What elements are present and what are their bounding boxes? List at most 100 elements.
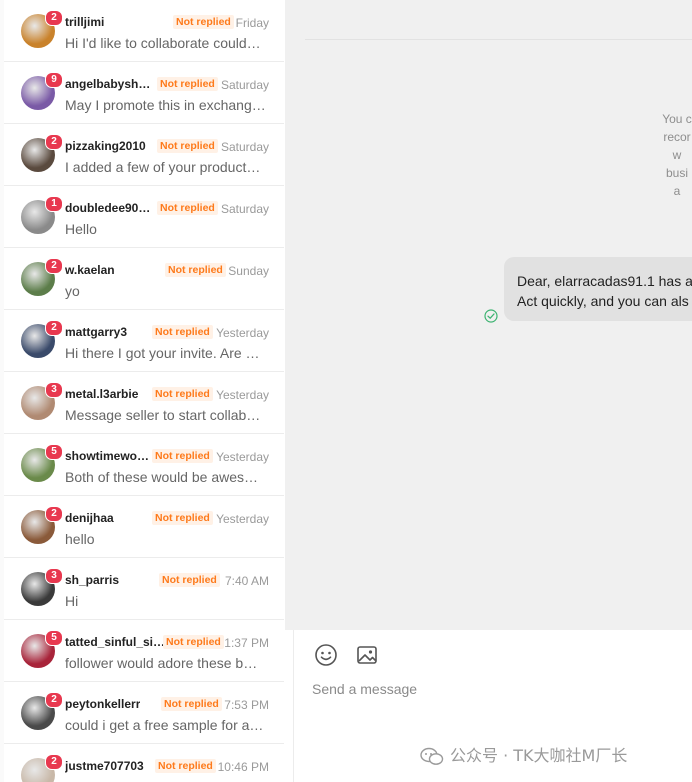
unread-badge: 3 [45, 568, 63, 584]
conversation-item[interactable]: 2 pizzaking2010 Not replied Saturday I added… [4, 124, 284, 186]
conversation-name: metal.l3arbie [65, 387, 139, 401]
unread-badge: 2 [45, 258, 63, 274]
conversation-name: sh_parris [65, 573, 120, 587]
not-replied-tag: Not replied [152, 325, 213, 339]
conversation-name: tatted_sinful_si… [65, 635, 165, 649]
not-replied-tag: Not replied [155, 759, 216, 773]
message-input[interactable] [310, 676, 674, 702]
message-preview: follower would adore these b… [65, 655, 258, 671]
message-preview: Hi I'd like to collaborate could… [65, 35, 261, 51]
not-replied-tag: Not replied [152, 387, 213, 401]
conversation-name: mattgarry3 [65, 325, 128, 339]
avatar: 3 [21, 568, 63, 606]
conversation-name: showtimewo… [65, 449, 150, 463]
message-preview: Hi [65, 593, 79, 609]
watermark: 公众号 · TK大咖社M厂长 [420, 742, 627, 767]
message-preview: May I promote this in exchang… [65, 97, 266, 113]
unread-badge: 5 [45, 444, 63, 460]
conversation-time: 1:37 PM [224, 636, 269, 650]
conversation-time: 7:40 AM [224, 574, 269, 588]
conversation-item[interactable]: 1 doubledee90… Not replied Saturday Hello [4, 186, 284, 248]
conversation-item[interactable]: 2 mattgarry3 Not replied Yesterday Hi there … [4, 310, 284, 372]
not-replied-tag: Not replied [152, 449, 213, 463]
unread-badge: 2 [45, 10, 63, 26]
avatar: 2 [21, 258, 63, 296]
message-bubble[interactable]: Dear, elarracadas91.1 has a Act quickly,… [504, 257, 692, 321]
message-line: Dear, elarracadas91.1 has a [517, 273, 692, 289]
avatar: 2 [21, 506, 63, 544]
conversation-time: Yesterday [216, 512, 269, 526]
conversation-name: angelbabysh… [65, 77, 151, 91]
watermark-text: 公众号 · TK大咖社M厂长 [450, 746, 628, 765]
conversation-name: pizzaking2010 [65, 139, 146, 153]
unread-badge: 2 [45, 692, 63, 708]
message-preview: Hi there I got your invite. Are … [65, 345, 260, 361]
system-note-line: busi [665, 166, 688, 180]
system-note-line: w [672, 148, 682, 162]
unread-badge: 5 [45, 630, 63, 646]
unread-badge: 2 [45, 320, 63, 336]
conversation-item[interactable]: 5 tatted_sinful_si… Not replied 1:37 PM foll… [4, 620, 284, 682]
chat-panel: You c recor w busi a Dear, elarracadas91… [285, 0, 692, 630]
conversation-time: Yesterday [216, 450, 269, 464]
conversation-item[interactable]: 2 justme707703 Not replied 10:46 PM [4, 744, 284, 782]
unread-badge: 2 [45, 506, 63, 522]
conversation-time: 10:46 PM [217, 760, 269, 774]
avatar: 3 [21, 382, 63, 420]
avatar: 2 [21, 754, 63, 782]
conversation-item[interactable]: 2 w.kaelan Not replied Sunday yo [4, 248, 284, 310]
conversation-item[interactable]: 2 denijhaa Not replied Yesterday hello [4, 496, 284, 558]
message-composer: 公众号 · TK大咖社M厂长 [293, 630, 692, 782]
avatar: 1 [21, 196, 63, 234]
conversation-time: Saturday [220, 140, 269, 154]
unread-badge: 2 [45, 754, 63, 770]
unread-badge: 2 [45, 134, 63, 150]
avatar: 2 [21, 692, 63, 730]
conversation-time: Sunday [228, 264, 269, 278]
conversation-name: doubledee90… [65, 201, 151, 215]
not-replied-tag: Not replied [161, 697, 222, 711]
system-note: You c recor w busi a [657, 110, 692, 200]
conversation-name: justme707703 [65, 759, 144, 773]
wechat-icon [420, 747, 444, 765]
image-upload-icon[interactable] [356, 644, 378, 666]
message-preview: Message seller to start collab… [65, 407, 261, 423]
avatar: 2 [21, 10, 63, 48]
unread-badge: 3 [45, 382, 63, 398]
system-note-line: You c [662, 112, 692, 126]
not-replied-tag: Not replied [152, 511, 213, 525]
conversation-time: Friday [235, 16, 269, 30]
message-line: Act quickly, and you can als [517, 293, 689, 309]
conversation-name: w.kaelan [65, 263, 115, 277]
conversation-item[interactable]: 9 angelbabysh… Not replied Saturday May I pr… [4, 62, 284, 124]
system-note-line: a [673, 184, 681, 198]
avatar: 5 [21, 630, 63, 668]
not-replied-tag: Not replied [165, 263, 226, 277]
conversation-item[interactable]: 2 peytonkellerr Not replied 7:53 PM could i … [4, 682, 284, 744]
conversation-time: Saturday [220, 78, 269, 92]
conversation-item[interactable]: 3 metal.l3arbie Not replied Yesterday Messag… [4, 372, 284, 434]
not-replied-tag: Not replied [173, 15, 234, 29]
message-preview: Both of these would be awes… [65, 469, 259, 485]
not-replied-tag: Not replied [157, 201, 218, 215]
conversation-item[interactable]: 5 showtimewo… Not replied Yesterday Both of … [4, 434, 284, 496]
conversation-time: Yesterday [216, 326, 269, 340]
not-replied-tag: Not replied [163, 635, 224, 649]
conversation-item[interactable]: 2 trilljimi Not replied Friday Hi I'd like t… [4, 0, 284, 62]
not-replied-tag: Not replied [157, 77, 218, 91]
conversation-name: denijhaa [65, 511, 114, 525]
conversation-list: 2 trilljimi Not replied Friday Hi I'd like t… [0, 0, 285, 782]
unread-badge: 9 [45, 72, 63, 88]
avatar: 5 [21, 444, 63, 482]
conversation-item[interactable]: 3 sh_parris Not replied 7:40 AM Hi [4, 558, 284, 620]
avatar: 9 [21, 72, 63, 110]
message-preview: hello [65, 531, 95, 547]
sent-check-icon [484, 309, 498, 323]
message-preview: yo [65, 283, 80, 299]
conversation-time: Saturday [220, 202, 269, 216]
avatar: 2 [21, 320, 63, 358]
conversation-time: Yesterday [216, 388, 269, 402]
conversation-name: trilljimi [65, 15, 105, 29]
conversation-time: 7:53 PM [224, 698, 269, 712]
emoji-icon[interactable] [314, 643, 338, 667]
